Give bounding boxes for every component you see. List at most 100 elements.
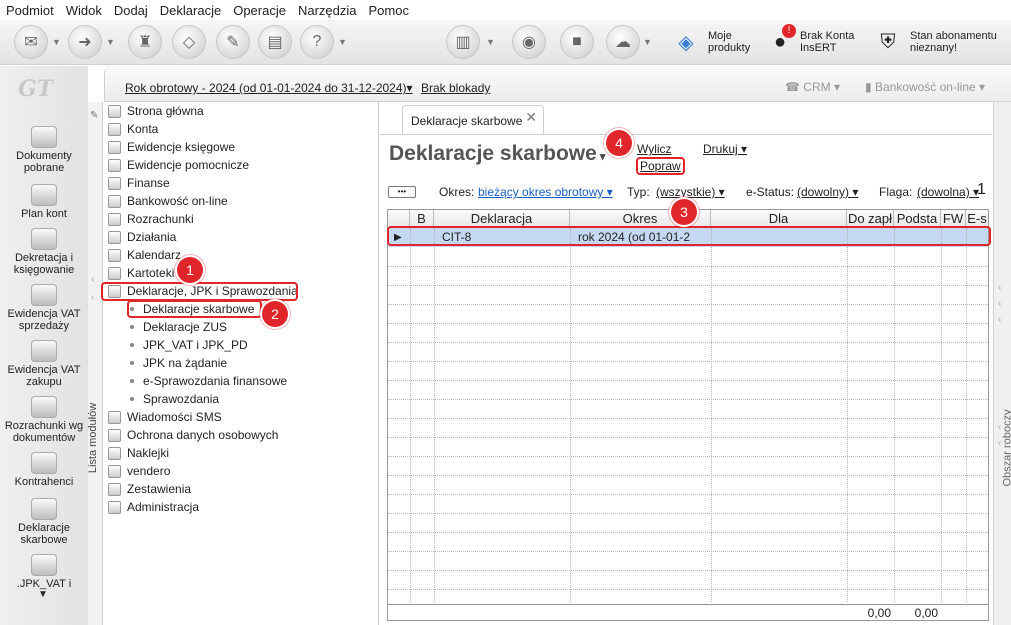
tree-vendero[interactable]: vendero (108, 462, 170, 480)
tree-naklejki[interactable]: Naklejki (108, 444, 169, 462)
chevron-down-icon[interactable]: ▼ (106, 37, 115, 47)
products-icon[interactable]: ◈ (672, 28, 700, 56)
person-icon (31, 452, 57, 474)
calendar-icon (108, 248, 121, 262)
okres-selector[interactable]: bieżący okres obrotowy ▾ (478, 185, 613, 199)
module-list-strip[interactable]: ✎ Lista modułów ‹ ‹ (87, 102, 103, 625)
settlements-icon (108, 212, 121, 226)
tree-wiadomosci-sms[interactable]: Wiadomości SMS (108, 408, 222, 426)
chevron-down-icon[interactable]: ▼ (338, 37, 347, 47)
printer-icon[interactable]: ▤ (258, 25, 292, 59)
fiscal-year-selector[interactable]: Rok obrotowy - 2024 (od 01-01-2024 do 31… (125, 81, 413, 95)
receive-icon[interactable]: ➜ (68, 25, 102, 59)
stamp-icon[interactable]: ♜ (128, 25, 162, 59)
ledger-icon (108, 158, 121, 172)
tree-zestawienia[interactable]: Zestawienia (108, 480, 191, 498)
notification-badge: ! (782, 24, 796, 38)
online-banking-menu[interactable]: ▮ Bankowość on-line ▾ (865, 80, 985, 94)
step-badge-4: 4 (606, 130, 632, 156)
vendero-icon (108, 464, 121, 478)
sidebar-item-deklaracje-skarbowe[interactable]: Deklaracje skarbowe (0, 498, 88, 546)
page-title[interactable]: Deklaracje skarbowe ▾ (389, 142, 605, 166)
chevron-left-icon[interactable]: ‹ (998, 314, 1001, 325)
tree-rozrachunki[interactable]: Rozrachunki (108, 210, 194, 228)
wylicz-link[interactable]: Wylicz (637, 142, 672, 156)
pin-icon[interactable]: ✎ (90, 110, 98, 121)
chevron-left-icon[interactable]: ‹ (998, 422, 1001, 433)
tab-divider (380, 134, 992, 135)
chevron-down-icon[interactable]: ▼ (486, 37, 495, 47)
tree-e-sprawozdania[interactable]: e-Sprawozdania finansowe (130, 372, 287, 390)
scroll-down-icon[interactable]: ▼ (38, 589, 48, 600)
cloud-icon[interactable]: ☁ (606, 25, 640, 59)
lock-status-link[interactable]: Brak blokady (421, 81, 490, 95)
globe-icon[interactable]: ◉ (512, 25, 546, 59)
tree-finanse[interactable]: Finanse (108, 174, 170, 192)
menu-operacje[interactable]: Operacje (233, 3, 286, 18)
more-options-button[interactable]: ••• (388, 186, 416, 198)
help-icon[interactable]: ? (300, 25, 334, 59)
brak-konta-line2[interactable]: InsERT (800, 42, 836, 54)
chevron-down-icon[interactable]: ▼ (52, 37, 61, 47)
sidebar-item-vat-zakupu[interactable]: Ewidencja VAT zakupu (0, 340, 88, 388)
popraw-link[interactable]: Popraw (636, 157, 685, 175)
menu-dodaj[interactable]: Dodaj (114, 3, 148, 18)
tree-dzialania[interactable]: Działania (108, 228, 176, 246)
chevron-left-icon[interactable]: ‹ (91, 292, 94, 303)
sidebar-item-vat-sprzedazy[interactable]: Ewidencja VAT sprzedaży (0, 284, 88, 332)
documents-icon[interactable]: ▥ (446, 25, 480, 59)
workspace-bar[interactable]: Obszar roboczy ‹ ‹ ‹ ‹ ‹ (993, 102, 1011, 625)
tree-strona-glowna[interactable]: Strona główna (108, 102, 204, 120)
tree-bankowosc[interactable]: Bankowość on-line (108, 192, 228, 210)
tree-ochrona-danych[interactable]: Ochrona danych osobowych (108, 426, 278, 444)
tab-deklaracje-skarbowe[interactable]: Deklaracje skarbowe ✕ (402, 105, 544, 135)
sidebar-item-dokumenty-pobrane[interactable]: Dokumenty pobrane (0, 126, 88, 174)
tree-kalendarz[interactable]: Kalendarz (108, 246, 181, 264)
sidebar-item-kontrahenci[interactable]: Kontrahenci (0, 452, 88, 488)
menu-narzedzia[interactable]: Narzędzia (298, 3, 357, 18)
menu-pomoc[interactable]: Pomoc (369, 3, 409, 18)
download-icon (31, 126, 57, 148)
chevron-left-icon[interactable]: ‹ (91, 274, 94, 285)
estatus-selector[interactable]: (dowolny) ▾ (797, 185, 858, 199)
tree-kartoteki[interactable]: Kartoteki (108, 264, 174, 282)
shield-icon[interactable]: ⛨ (874, 28, 902, 56)
chevron-left-icon[interactable]: ‹ (998, 298, 1001, 309)
home-icon (108, 104, 121, 118)
tree-jpk-na-zadanie[interactable]: JPK na żądanie (130, 354, 227, 372)
menu-widok[interactable]: Widok (66, 3, 102, 18)
menu-deklaracje[interactable]: Deklaracje (160, 3, 221, 18)
box-icon[interactable]: ■ (560, 25, 594, 59)
sidebar-item-rozrachunki[interactable]: Rozrachunki wg dokumentów (0, 396, 88, 444)
tools-icon[interactable]: ✎ (216, 25, 250, 59)
module-sidebar: GT Dokumenty pobrane Plan kont Dekretacj… (0, 66, 88, 625)
sidebar-item-dekretacja[interactable]: Dekretacja i księgowanie (0, 228, 88, 276)
tree-administracja[interactable]: Administracja (108, 498, 199, 516)
phone-icon: ☎ (785, 80, 804, 94)
tree-deklaracje-zus[interactable]: Deklaracje ZUS (130, 318, 227, 336)
tree-ewidencje-ksiegowe[interactable]: Ewidencje księgowe (108, 138, 235, 156)
menu-podmiot[interactable]: Podmiot (6, 3, 54, 18)
stan-abonamentu-line2[interactable]: nieznany! (910, 42, 957, 54)
tree-ewidencje-pomocnicze[interactable]: Ewidencje pomocnicze (108, 156, 249, 174)
send-icon[interactable]: ✉ (14, 25, 48, 59)
chevron-left-icon[interactable]: ‹ (998, 282, 1001, 293)
chevron-down-icon[interactable]: ▼ (643, 37, 652, 47)
crm-menu[interactable]: ☎ CRM ▾ (785, 80, 840, 94)
brak-konta-line1[interactable]: Brak Konta (800, 30, 854, 42)
tree-jpk-vat[interactable]: JPK_VAT i JPK_PD (130, 336, 248, 354)
toolbar: ✉ ▼ ➜ ▼ ♜ ◇ ✎ ▤ ? ▼ ▥ ▼ ◉ ■ ☁ ▼ ◈ Moje p… (0, 20, 1011, 65)
stan-abonamentu-line1[interactable]: Stan abonamentu (910, 30, 997, 42)
close-icon[interactable]: ✕ (525, 109, 537, 126)
tab-label: Deklaracje skarbowe (411, 113, 523, 128)
tree-konta[interactable]: Konta (108, 120, 158, 138)
sidebar-item-jpk-vat[interactable]: .JPK_VAT i (0, 554, 88, 590)
typ-selector[interactable]: (wszystkie) ▾ (656, 185, 725, 199)
chevron-left-icon[interactable]: ‹ (998, 438, 1001, 449)
flaga-selector[interactable]: (dowolna) ▾ (917, 185, 979, 199)
eraser-icon[interactable]: ◇ (172, 25, 206, 59)
moje-produkty-label[interactable]: Moje produkty (708, 30, 750, 54)
drukuj-menu[interactable]: Drukuj ▾ (703, 142, 747, 156)
tree-sprawozdania[interactable]: Sprawozdania (130, 390, 219, 408)
sidebar-item-plan-kont[interactable]: Plan kont (0, 184, 88, 220)
